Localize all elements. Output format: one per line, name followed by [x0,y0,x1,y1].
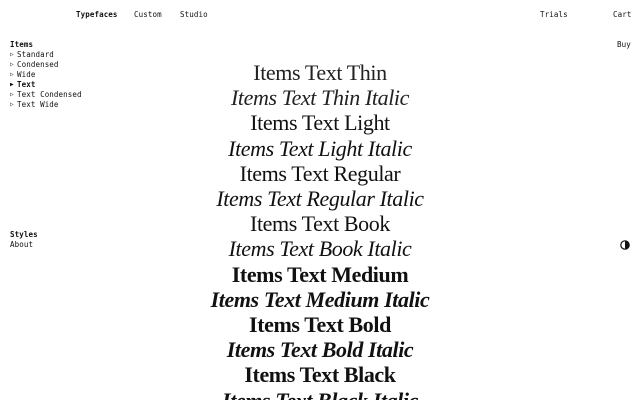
specimen-light: Items Text Light [250,110,390,136]
specimen-bold-italic: Items Text Bold Italic [226,337,414,363]
sidebar-heading: Items [10,40,34,49]
nav-cart-link[interactable]: Cart [613,10,631,20]
specimen-book: Items Text Book [250,211,390,237]
type-specimen: Items Text Thin Items Text Thin Italic I… [0,60,640,400]
sidebar-item-label: Standard [17,50,54,59]
specimen-thin-italic: Items Text Thin Italic [231,85,409,111]
nav-studio-link[interactable]: Studio [180,10,208,20]
specimen-light-italic: Items Text Light Italic [228,135,412,161]
specimen-medium: Items Text Medium [231,261,409,287]
triangle-outline-icon: ▷ [10,51,14,58]
buy-link[interactable]: Buy [617,40,631,50]
specimen-medium-italic: Items Text Medium Italic [210,286,430,312]
specimen-black-italic: Items Text Black Italic [0,388,640,400]
nav-trials-link[interactable]: Trials [540,10,568,20]
sidebar-item-standard[interactable]: ▷ Standard [10,50,100,60]
nav-custom-link[interactable]: Custom [134,10,162,20]
specimen-thin: Items Text Thin [253,60,387,85]
specimen-regular: Items Text Regular [239,160,401,186]
specimen-bold: Items Text Bold [249,312,391,338]
specimen-black: Items Text Black [244,362,396,388]
specimen-book-italic: Items Text Book Italic [228,236,412,262]
specimen-regular-italic: Items Text Regular Italic [216,186,424,212]
nav-typefaces-link[interactable]: Typefaces [76,10,118,20]
